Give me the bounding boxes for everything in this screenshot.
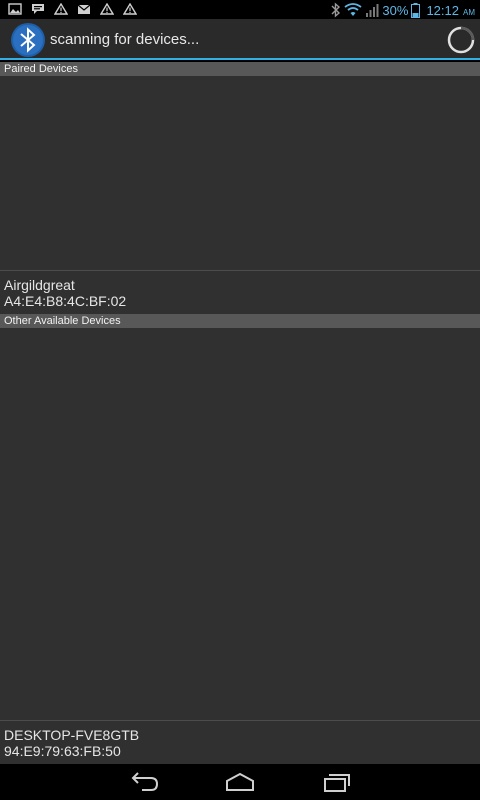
wifi-icon xyxy=(344,3,362,16)
scan-status-title: scanning for devices... xyxy=(50,31,200,48)
action-bar: scanning for devices... xyxy=(0,19,480,60)
available-devices-list xyxy=(0,328,480,720)
bluetooth-status-icon xyxy=(331,2,341,18)
home-icon[interactable] xyxy=(220,770,260,794)
status-indicators: 30% 12:12 AM xyxy=(331,1,475,19)
device-name: Airgildgreat xyxy=(4,277,75,293)
signal-icon xyxy=(366,4,379,17)
progress-spinner-icon xyxy=(447,26,475,54)
paired-devices-list xyxy=(0,76,480,270)
paired-devices-header: Paired Devices xyxy=(0,62,480,76)
available-device-item[interactable]: DESKTOP-FVE8GTB 94:E9:79:63:FB:50 xyxy=(0,727,480,759)
device-list-content: Paired Devices Airgildgreat A4:E4:B8:4C:… xyxy=(0,62,480,764)
battery-percent: 30% xyxy=(382,2,409,18)
paired-device-item[interactable]: Airgildgreat A4:E4:B8:4C:BF:02 xyxy=(0,277,480,309)
recents-icon[interactable] xyxy=(316,770,356,794)
other-available-devices-header: Other Available Devices xyxy=(0,314,480,328)
warning-icon xyxy=(100,3,114,15)
list-divider xyxy=(0,270,480,271)
device-address: A4:E4:B8:4C:BF:02 xyxy=(4,293,127,309)
device-address: 94:E9:79:63:FB:50 xyxy=(4,743,121,759)
back-icon[interactable] xyxy=(124,770,164,794)
bluetooth-logo-icon[interactable] xyxy=(10,22,46,58)
image-icon xyxy=(8,3,22,15)
warning-icon xyxy=(54,3,68,15)
clock-ampm: AM xyxy=(463,7,475,17)
battery-icon xyxy=(411,2,421,18)
chat-icon xyxy=(32,4,44,14)
notification-icons xyxy=(8,3,137,15)
mail-icon xyxy=(77,4,91,14)
warning-icon xyxy=(123,3,137,15)
navigation-bar xyxy=(0,764,480,800)
clock-time: 12:12 xyxy=(426,2,459,18)
list-divider xyxy=(0,720,480,721)
status-bar: 30% 12:12 AM xyxy=(0,0,480,19)
device-name: DESKTOP-FVE8GTB xyxy=(4,727,140,743)
